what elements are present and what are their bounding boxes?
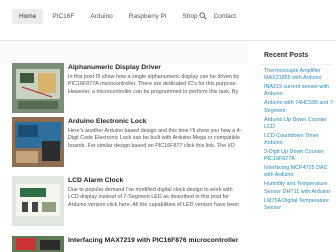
post-body: LCD Alarm Clock Due to popular demand I'… (68, 176, 244, 209)
recent-post-link[interactable]: INA219 current sensor with Arduino (264, 84, 336, 99)
post-item-max7219: Interfacing MAX7219 with PIC16F876 micro… (12, 236, 246, 252)
post-item-lcd-alarm-clock: LCD Alarm Clock Due to popular demand I'… (12, 176, 246, 226)
recent-post-link[interactable]: Thermocouple Amplifier MAX31855 with Ard… (264, 68, 336, 83)
sidebar-title: Recent Posts (264, 52, 309, 59)
post-thumbnail[interactable] (12, 117, 64, 167)
top-navigation-bar: Home PIC16F Arduino Raspberry Pi Shop Co… (0, 0, 336, 41)
post-thumbnail[interactable] (12, 176, 64, 226)
recent-posts-list: Thermocouple Amplifier MAX31855 with Ard… (264, 68, 336, 214)
recent-post-link[interactable]: LM75A Digital Temperature Sensor (264, 198, 336, 213)
post-title[interactable]: Interfacing MAX7219 with PIC16F876 micro… (68, 236, 244, 245)
post-body: Alphanumeric Display Driver In this post… (68, 63, 244, 96)
content-header-strip (0, 41, 248, 63)
nav-item-contact[interactable]: Contact (207, 9, 243, 24)
nav-item-raspberry-pi[interactable]: Raspberry Pi (122, 9, 174, 24)
post-item-electronic-lock: Arduino Electronic Lock Here's another A… (12, 117, 246, 167)
post-item-alphanumeric-display: Alphanumeric Display Driver In this post… (12, 63, 246, 113)
recent-post-link[interactable]: Arduino Up Down Counter LCD (264, 117, 336, 132)
recent-post-link[interactable]: Humidity and Temperature Sensor DHT11 wi… (264, 181, 336, 196)
nav-item-home[interactable]: Home (12, 9, 44, 24)
main-nav: Home PIC16F Arduino Raspberry Pi Shop Co… (12, 9, 245, 24)
post-thumbnail[interactable] (12, 236, 64, 252)
post-thumbnail[interactable] (12, 63, 64, 113)
recent-post-link[interactable]: 3-Digit Up Down Counter PIC16F877A (264, 149, 336, 164)
recent-post-link[interactable]: LCD Countdown Timer Arduino (264, 133, 336, 148)
post-excerpt: Here's another Arduino based design and … (68, 128, 242, 150)
sidebar-divider (260, 64, 332, 65)
post-excerpt: In this post I'll show how a single alph… (68, 74, 240, 96)
recent-post-link[interactable]: Interfacing MCP4725 DAC with Arduino (264, 165, 336, 180)
post-title[interactable]: LCD Alarm Clock (68, 176, 244, 185)
post-title[interactable]: Arduino Electronic Lock (68, 117, 244, 126)
nav-item-pic16f[interactable]: PIC16F (45, 9, 81, 24)
post-body: Arduino Electronic Lock Here's another A… (68, 117, 244, 150)
search-icon[interactable] (199, 12, 207, 20)
post-excerpt: Due to popular demand I've modified digi… (68, 187, 240, 209)
recent-post-link[interactable]: Arduino with 74HC595 and 7-Segment (264, 100, 336, 115)
post-body: Interfacing MAX7219 with PIC16F876 micro… (68, 236, 244, 245)
nav-item-arduino[interactable]: Arduino (83, 9, 119, 24)
post-title[interactable]: Alphanumeric Display Driver (68, 63, 244, 72)
